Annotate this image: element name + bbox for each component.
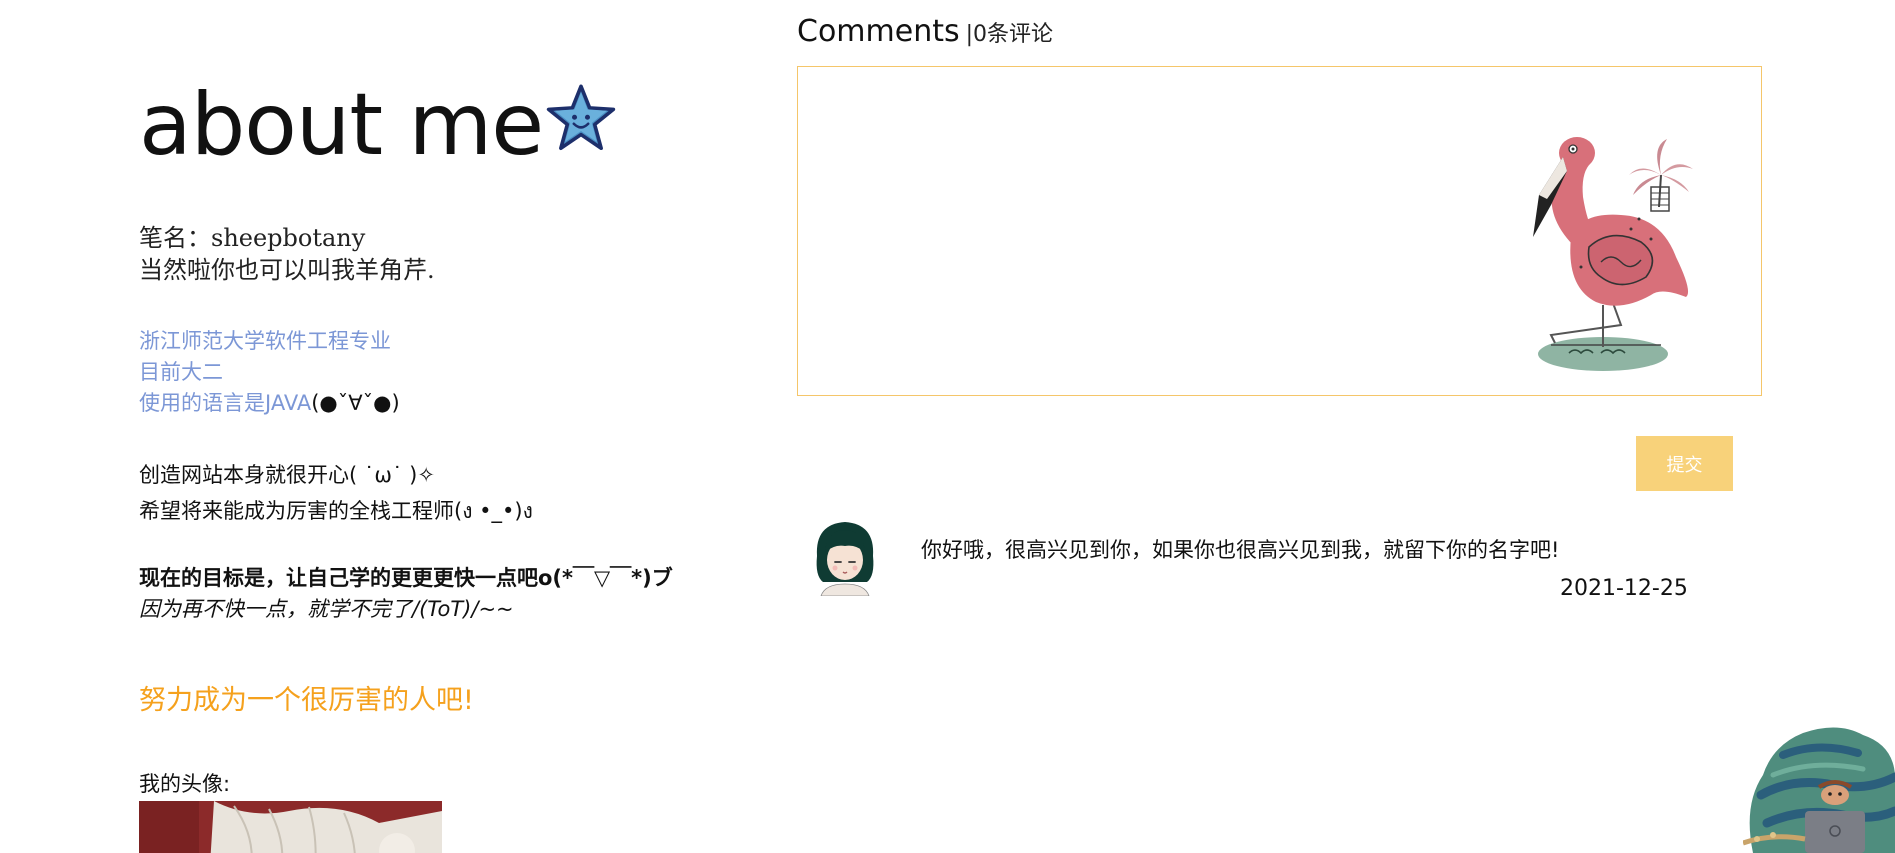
strive-text: 努力成为一个很厉害的人吧! xyxy=(139,685,474,716)
about-section: about me 笔名：sheepbotany 当然啦你也可以叫我羊角芹. 浙江… xyxy=(139,70,759,853)
submit-button[interactable]: 提交 xyxy=(1636,436,1733,491)
comments-count: |0条评论 xyxy=(965,22,1054,47)
language-line: 使用的语言是JAVA(●ˇ∀ˇ●) xyxy=(139,388,759,419)
comment-textarea[interactable] xyxy=(798,67,1761,395)
my-avatar-image xyxy=(139,801,442,853)
comment-text: 你好哦，很高兴见到你，如果你也很高兴见到我，就留下你的名字吧! xyxy=(921,538,1560,562)
dream-block: 创造网站本身就很开心( ˙ω˙ )✧ 希望将来能成为厉害的全栈工程师(ง •_•… xyxy=(139,457,759,529)
nickname-text: 当然啦你也可以叫我羊角芹. xyxy=(139,256,435,284)
about-title-row: about me xyxy=(139,70,759,180)
school-block: 浙江师范大学软件工程专业 目前大二 使用的语言是JAVA(●ˇ∀ˇ●) xyxy=(139,326,759,419)
comment-input-box xyxy=(797,66,1762,396)
comment-date: 2021-12-25 xyxy=(1560,576,1688,601)
comments-section: Comments |0条评论 提交 你好哦，很高兴见到你，如果你也很高兴见到我，… xyxy=(797,14,1762,616)
star-face-icon xyxy=(546,84,616,151)
comments-title: Comments xyxy=(797,14,960,49)
penname-text: 笔名：sheepbotany xyxy=(139,224,366,252)
goal-block: 现在的目标是，让自己学的更更更快一点吧o(*￣▽￣*)ブ 因为再不快一点，就学不… xyxy=(139,563,759,625)
language-emoticon: (●ˇ∀ˇ●) xyxy=(311,391,400,415)
about-title: about me xyxy=(139,75,544,175)
penname-block: 笔名：sheepbotany 当然啦你也可以叫我羊角芹. xyxy=(139,222,759,286)
avatar-artwork xyxy=(139,801,442,853)
comments-header: Comments |0条评论 xyxy=(797,14,1762,54)
hope-text: 希望将来能成为厉害的全栈工程师(ง •_•)ง xyxy=(139,499,533,523)
grade-text: 目前大二 xyxy=(139,360,223,384)
page: about me 笔名：sheepbotany 当然啦你也可以叫我羊角芹. 浙江… xyxy=(0,0,1895,853)
language-text: 使用的语言是JAVA xyxy=(139,391,312,415)
corner-character-illustration xyxy=(1743,727,1895,853)
avatar-label: 我的头像: xyxy=(139,772,231,796)
reason-text: 因为再不快一点，就学不完了/(ToT)/~~ xyxy=(139,597,514,621)
happy-text: 创造网站本身就很开心( ˙ω˙ )✧ xyxy=(139,463,435,487)
submit-row: 提交 xyxy=(797,396,1762,516)
goal-text: 现在的目标是，让自己学的更更更快一点吧o(*￣▽￣*)ブ xyxy=(139,566,673,590)
comment-item: 你好哦，很高兴见到你，如果你也很高兴见到我，就留下你的名字吧! 2021-12-… xyxy=(797,516,1762,616)
school-text: 浙江师范大学软件工程专业 xyxy=(139,329,391,353)
girl-avatar-icon xyxy=(805,516,885,596)
